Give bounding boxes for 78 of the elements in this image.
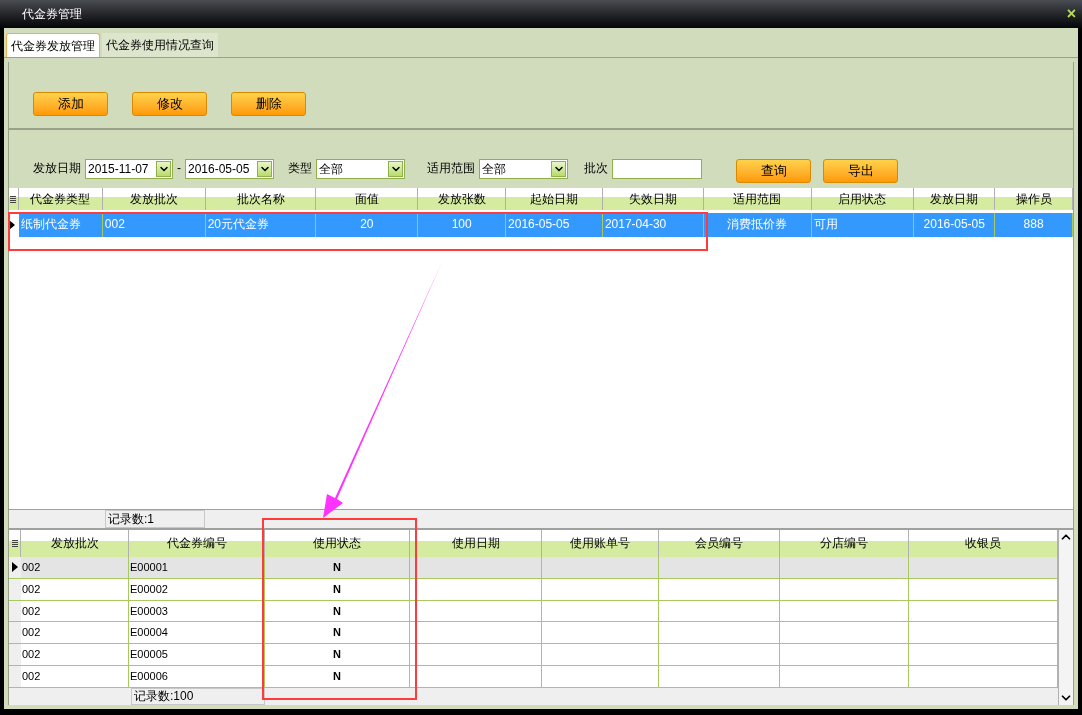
table-cell: E00002	[129, 578, 265, 600]
row-header-cell[interactable]	[9, 644, 21, 666]
table-cell: E00005	[129, 644, 265, 666]
table-cell: 002	[21, 644, 129, 666]
table-cell: 可用	[811, 213, 915, 237]
scope-dropdown[interactable]: 全部	[479, 159, 568, 179]
table-cell: 2016-05-05	[914, 213, 996, 237]
record-count: 记录数:100	[131, 687, 265, 705]
table-cell: 002	[21, 578, 129, 600]
type-dropdown[interactable]: 全部	[316, 159, 405, 179]
row-header-cell[interactable]	[9, 578, 21, 600]
table-cell: 消费抵价券	[703, 213, 812, 237]
table-cell: N	[265, 557, 410, 578]
column-header[interactable]: 启用状态	[811, 188, 915, 210]
action-button[interactable]: 添加	[33, 92, 108, 116]
action-button[interactable]: 删除	[231, 92, 306, 116]
date-from-picker[interactable]: 2015-11-07	[85, 159, 173, 179]
field-label: 批次	[584, 160, 608, 177]
table-cell: E00003	[129, 600, 265, 622]
row-header-cell[interactable]	[9, 666, 21, 687]
table-row[interactable]: 002 E00005 N	[9, 644, 1058, 667]
table-cell: 20元代金券	[205, 213, 317, 237]
table-cell: E00001	[129, 557, 265, 578]
table-row[interactable]: 002 E00006 N	[9, 666, 1058, 688]
field-label: 发放日期	[33, 160, 81, 177]
column-header[interactable]: 发放张数	[418, 188, 507, 210]
row-header-cell[interactable]	[9, 600, 21, 622]
table-row[interactable]: 002 E00004 N	[9, 622, 1058, 645]
table-cell: 纸制代金券	[19, 213, 103, 237]
scrollbar[interactable]	[1058, 530, 1073, 705]
table-cell: 888	[995, 213, 1073, 237]
column-header[interactable]: 失效日期	[602, 188, 704, 210]
record-count: 记录数:1	[105, 510, 205, 528]
column-header[interactable]: 批次名称	[205, 188, 317, 210]
action-button[interactable]: 修改	[132, 92, 207, 116]
date-to-picker[interactable]: 2016-05-05	[185, 159, 274, 179]
row-header-cell[interactable]	[9, 557, 21, 578]
table-cell: N	[265, 600, 410, 622]
window-title: 代金券管理	[22, 6, 82, 23]
field-label: 适用范围	[427, 160, 475, 177]
batch-input[interactable]	[612, 159, 702, 179]
column-header[interactable]: 适用范围	[703, 188, 812, 210]
current-row-icon	[9, 220, 15, 230]
current-row-icon	[12, 562, 18, 573]
column-header[interactable]: 面值	[316, 188, 419, 210]
close-button[interactable]: ×	[1066, 6, 1076, 22]
table-cell: 002	[21, 622, 129, 644]
column-header[interactable]: 发放批次	[102, 188, 206, 210]
table-cell: 002	[21, 600, 129, 622]
table-cell: 2016-05-05	[506, 213, 603, 237]
table-cell: 002	[102, 213, 206, 237]
table-cell: E00006	[129, 666, 265, 687]
column-header[interactable]: 操作员	[995, 188, 1073, 210]
table-cell: 2017-04-30	[602, 213, 704, 237]
table-cell: 100	[418, 213, 507, 237]
row-header-icon	[10, 195, 17, 203]
table-cell: N	[265, 578, 410, 600]
table-cell: 002	[21, 666, 129, 687]
column-header[interactable]: 发放日期	[914, 188, 996, 210]
table-cell: 002	[21, 557, 129, 578]
table-cell: E00004	[129, 622, 265, 644]
table-row[interactable]: 002 E00002 N	[9, 578, 1058, 601]
column-header[interactable]: 起始日期	[506, 188, 603, 210]
table-cell: 20	[316, 213, 419, 237]
date-separator: -	[177, 160, 181, 177]
table-cell: N	[265, 644, 410, 666]
column-header[interactable]: 代金券类型	[19, 188, 103, 210]
action-button[interactable]: 查询	[736, 159, 811, 183]
tab[interactable]: 代金券使用情况查询	[102, 33, 218, 57]
row-header-icon	[11, 540, 18, 547]
table-cell: N	[265, 666, 410, 687]
tab[interactable]: 代金券发放管理	[6, 33, 100, 57]
row-header-cell[interactable]	[9, 622, 21, 644]
table-row[interactable]: 002 E00001 N	[9, 557, 1058, 579]
table-row[interactable]: 002 E00003 N	[9, 600, 1058, 623]
table-cell: N	[265, 622, 410, 644]
field-label: 类型	[288, 160, 312, 177]
action-button[interactable]: 导出	[823, 159, 898, 183]
